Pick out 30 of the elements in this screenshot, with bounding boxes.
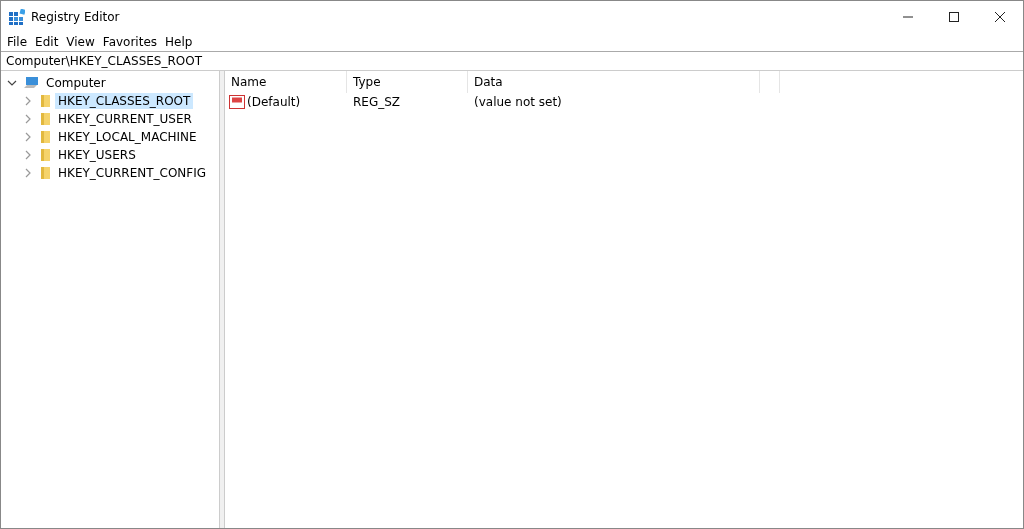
- column-header[interactable]: Type: [347, 71, 468, 93]
- string-value-icon: [229, 94, 245, 110]
- address-field[interactable]: Computer\HKEY_CLASSES_ROOT: [1, 51, 1023, 71]
- menu-item[interactable]: Edit: [31, 34, 63, 49]
- tree-item[interactable]: Computer: [43, 75, 109, 91]
- menu-item[interactable]: View: [62, 34, 99, 49]
- tree-item[interactable]: HKEY_CURRENT_USER: [55, 111, 195, 127]
- folder-icon: [39, 166, 51, 180]
- computer-icon: [23, 76, 39, 90]
- folder-icon: [39, 94, 51, 108]
- registry-icon: [9, 8, 25, 25]
- folder-icon: [39, 130, 51, 144]
- chevron-down-icon[interactable]: [7, 78, 19, 88]
- window-title: Registry Editor: [31, 9, 120, 24]
- menu-item[interactable]: Favorites: [98, 34, 162, 49]
- menu-item[interactable]: Help: [161, 34, 197, 49]
- table-cell-text: (value not set): [473, 95, 563, 109]
- tree-item[interactable]: HKEY_CURRENT_CONFIG: [55, 165, 210, 181]
- table-cell-text: REG_SZ: [352, 95, 402, 109]
- column-header[interactable]: Data: [468, 71, 760, 93]
- tree-item[interactable]: HKEY_USERS: [55, 147, 139, 163]
- folder-icon: [39, 148, 51, 162]
- value-name[interactable]: (Default): [247, 95, 301, 109]
- folder-icon: [39, 112, 51, 126]
- tree-item[interactable]: HKEY_CLASSES_ROOT: [55, 93, 194, 109]
- menu-item[interactable]: File: [3, 34, 32, 49]
- maximize-icon: [949, 11, 959, 22]
- close-icon: [995, 11, 1005, 22]
- tree-item[interactable]: HKEY_LOCAL_MACHINE: [55, 129, 200, 145]
- column-header[interactable]: Name: [225, 71, 347, 93]
